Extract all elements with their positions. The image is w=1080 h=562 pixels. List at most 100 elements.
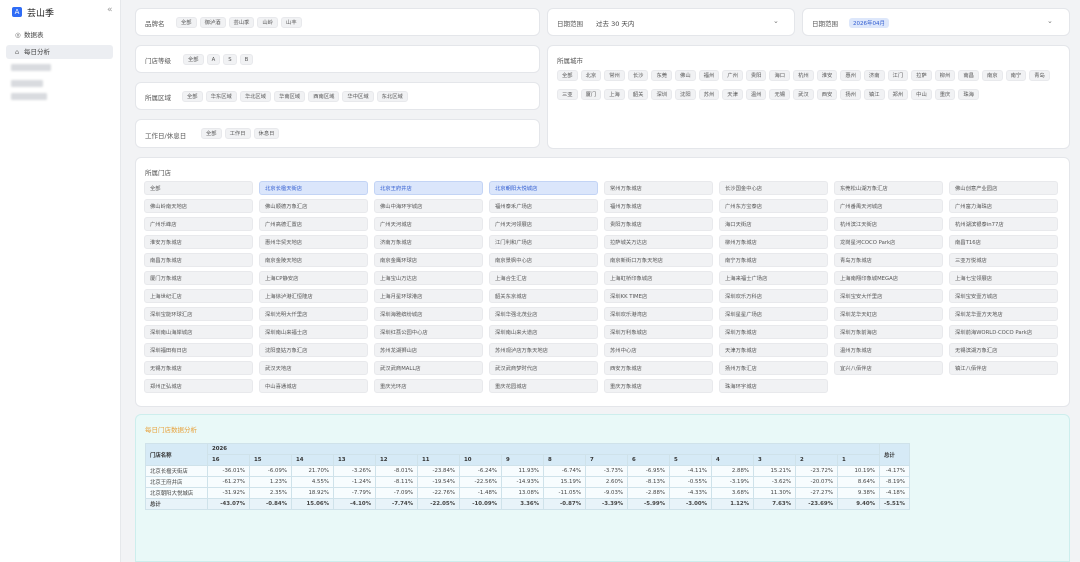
filter-chip[interactable]: 全部 (183, 54, 204, 65)
filter-chip[interactable]: 福州 (698, 70, 720, 81)
filter-chip[interactable]: 深圳宝安壹方城店 (949, 289, 1058, 303)
filter-chip[interactable]: 贵阳万象城店 (604, 217, 713, 231)
filter-chip[interactable]: 江门 (887, 70, 909, 81)
filter-chip[interactable]: 青岛万象城店 (834, 253, 943, 267)
filter-chip[interactable]: 深圳华强北茂业店 (489, 307, 598, 321)
filter-chip[interactable]: 深圳欢乐万科店 (719, 289, 828, 303)
filter-chip[interactable]: 深圳万象前海店 (834, 325, 943, 339)
filter-chip[interactable]: 沈阳 (675, 89, 696, 100)
filter-chip[interactable]: 上海来福士广场店 (719, 271, 828, 285)
filter-chip[interactable]: 上海CP静安店 (259, 271, 368, 285)
filter-chip[interactable]: 上海合生汇店 (489, 271, 598, 285)
filter-chip[interactable]: 北京王府井店 (374, 181, 483, 195)
filter-chip[interactable]: 深圳南山来福士店 (259, 325, 368, 339)
month-tag[interactable]: 2026年04月 (849, 18, 889, 28)
date-range-dropdown[interactable]: 日期范围 过去 30 天内 ⌄ (547, 8, 795, 36)
filter-chip[interactable]: 郑州 (887, 89, 909, 100)
filter-chip[interactable]: 南京 (981, 70, 1003, 81)
filter-chip[interactable]: 北京 (580, 70, 602, 81)
filter-chip[interactable]: 青岛 (1029, 70, 1050, 81)
filter-chip[interactable]: 深圳万利象城店 (604, 325, 713, 339)
filter-chip[interactable]: 长沙国金中心店 (719, 181, 828, 195)
filter-chip[interactable]: 深圳龙华天虹店 (834, 307, 943, 321)
filter-chip[interactable]: 南京景枫中心店 (489, 253, 598, 267)
filter-chip[interactable]: 三亚 (557, 89, 578, 100)
filter-chip[interactable]: 济南万象城店 (374, 235, 483, 249)
filter-chip[interactable]: 宜兴八佰伴店 (834, 361, 943, 375)
filter-chip[interactable]: 三亚万悦城店 (949, 253, 1058, 267)
filter-chip[interactable]: 上海月星环球港店 (374, 289, 483, 303)
filter-chip[interactable]: 华中区域 (342, 91, 374, 102)
filter-chip[interactable]: 广州东方宝泰店 (719, 199, 828, 213)
filter-chip[interactable]: 武汉武商梦时代店 (489, 361, 598, 375)
filter-chip[interactable]: 重庆万象城店 (604, 379, 713, 393)
filter-chip[interactable]: 武汉 (793, 89, 814, 100)
filter-chip[interactable]: 山岭 (257, 17, 279, 28)
filter-chip[interactable]: 深圳南山海岸城店 (144, 325, 253, 339)
filter-chip[interactable]: 佛山 (675, 70, 696, 81)
filter-chip[interactable]: 南京金陵天地店 (259, 253, 368, 267)
filter-chip[interactable]: 南京新街口万象天地店 (604, 253, 713, 267)
filter-chip[interactable]: 柳州 (934, 70, 956, 81)
filter-chip[interactable]: 上海徐泸港汇恒隆店 (259, 289, 368, 303)
filter-chip[interactable]: 杭州湖滨银泰in77店 (949, 217, 1058, 231)
filter-chip[interactable]: 深圳前海WORLD·COCO Park店 (949, 325, 1058, 339)
filter-chip[interactable]: 江门利和广场店 (489, 235, 598, 249)
menu-item-data-table[interactable]: ◎ 数据表 (6, 28, 113, 42)
filter-chip[interactable]: 深圳欢乐港湾店 (604, 307, 713, 321)
filter-chip[interactable]: B (239, 54, 254, 65)
filter-chip[interactable]: 上海七宝领展店 (949, 271, 1058, 285)
filter-chip[interactable]: 贵阳 (745, 70, 767, 81)
filter-chip[interactable]: 无锡 (769, 89, 791, 100)
filter-chip[interactable]: 无锡万象城店 (144, 361, 253, 375)
filter-chip[interactable]: 南昌万象城店 (144, 253, 253, 267)
filter-chip[interactable]: 中山 (911, 89, 932, 100)
filter-chip[interactable]: 重庆 (934, 89, 956, 100)
filter-chip[interactable]: 苏州观泸店万象天地店 (489, 343, 598, 357)
filter-chip[interactable]: 苏州中心店 (604, 343, 713, 357)
filter-chip[interactable]: 苏州 (698, 89, 720, 100)
filter-chip[interactable]: 深圳万象城店 (719, 325, 828, 339)
filter-chip[interactable]: 深圳星星广场店 (719, 307, 828, 321)
filter-chip[interactable]: 全部 (557, 70, 578, 81)
filter-chip[interactable]: 西南区域 (308, 91, 340, 102)
filter-chip[interactable]: 广州富力海珠店 (949, 199, 1058, 213)
filter-chip[interactable]: 常州万象城店 (604, 181, 713, 195)
filter-chip[interactable]: 柳州万象城店 (719, 235, 828, 249)
filter-chip[interactable]: 佛山岭南天地店 (144, 199, 253, 213)
filter-chip[interactable]: 镇江八佰伴店 (949, 361, 1058, 375)
filter-chip[interactable]: 御泸酒 (199, 17, 226, 28)
filter-chip[interactable]: 上海 (604, 89, 625, 100)
filter-chip[interactable]: 广州高德汇置店 (259, 217, 368, 231)
filter-chip[interactable]: 重庆花园城店 (489, 379, 598, 393)
filter-chip[interactable]: 深圳福田有日店 (144, 343, 253, 357)
filter-chip[interactable]: 天津万象城店 (719, 343, 828, 357)
filter-chip[interactable]: 常州 (604, 70, 625, 81)
filter-chip[interactable]: 南昌 (958, 70, 979, 81)
filter-chip[interactable]: 深圳龙华壹方天地店 (949, 307, 1058, 321)
filter-chip[interactable]: 深圳 (651, 89, 673, 100)
filter-chip[interactable]: 杭州滨江天街店 (834, 217, 943, 231)
filter-chip[interactable]: 华南区域 (274, 91, 306, 102)
filter-chip[interactable]: 全部 (182, 91, 203, 102)
filter-chip[interactable]: 深圳南山来大道店 (489, 325, 598, 339)
filter-chip[interactable]: 韶关 (627, 89, 649, 100)
filter-chip[interactable]: 扬州 (840, 89, 861, 100)
collapse-sidebar-icon[interactable]: « (107, 5, 113, 15)
filter-chip[interactable]: 佛山创意产业园店 (949, 181, 1058, 195)
filter-chip[interactable]: 工作日 (224, 128, 251, 139)
filter-chip[interactable]: 珠海 (958, 89, 979, 100)
filter-chip[interactable]: 广州天河城店 (374, 217, 483, 231)
filter-chip[interactable]: 全部 (201, 128, 222, 139)
filter-chip[interactable]: 华北区域 (239, 91, 272, 102)
filter-chip[interactable]: 深圳宝安大仟里店 (834, 289, 943, 303)
filter-chip[interactable]: 佛山顺德万象汇店 (259, 199, 368, 213)
filter-chip[interactable]: 南京金鹰环球店 (374, 253, 483, 267)
filter-chip[interactable]: 郑州正弘城店 (144, 379, 253, 393)
filter-chip[interactable]: S (223, 54, 237, 65)
filter-chip[interactable]: 苏州龙湖狮山店 (374, 343, 483, 357)
filter-chip[interactable]: 东莞松山湖万象汇店 (834, 181, 943, 195)
filter-chip[interactable]: 芸山季 (228, 17, 255, 28)
filter-chip[interactable]: 深圳KK TIME店 (604, 289, 713, 303)
filter-chip[interactable]: 惠州华贸天地店 (259, 235, 368, 249)
